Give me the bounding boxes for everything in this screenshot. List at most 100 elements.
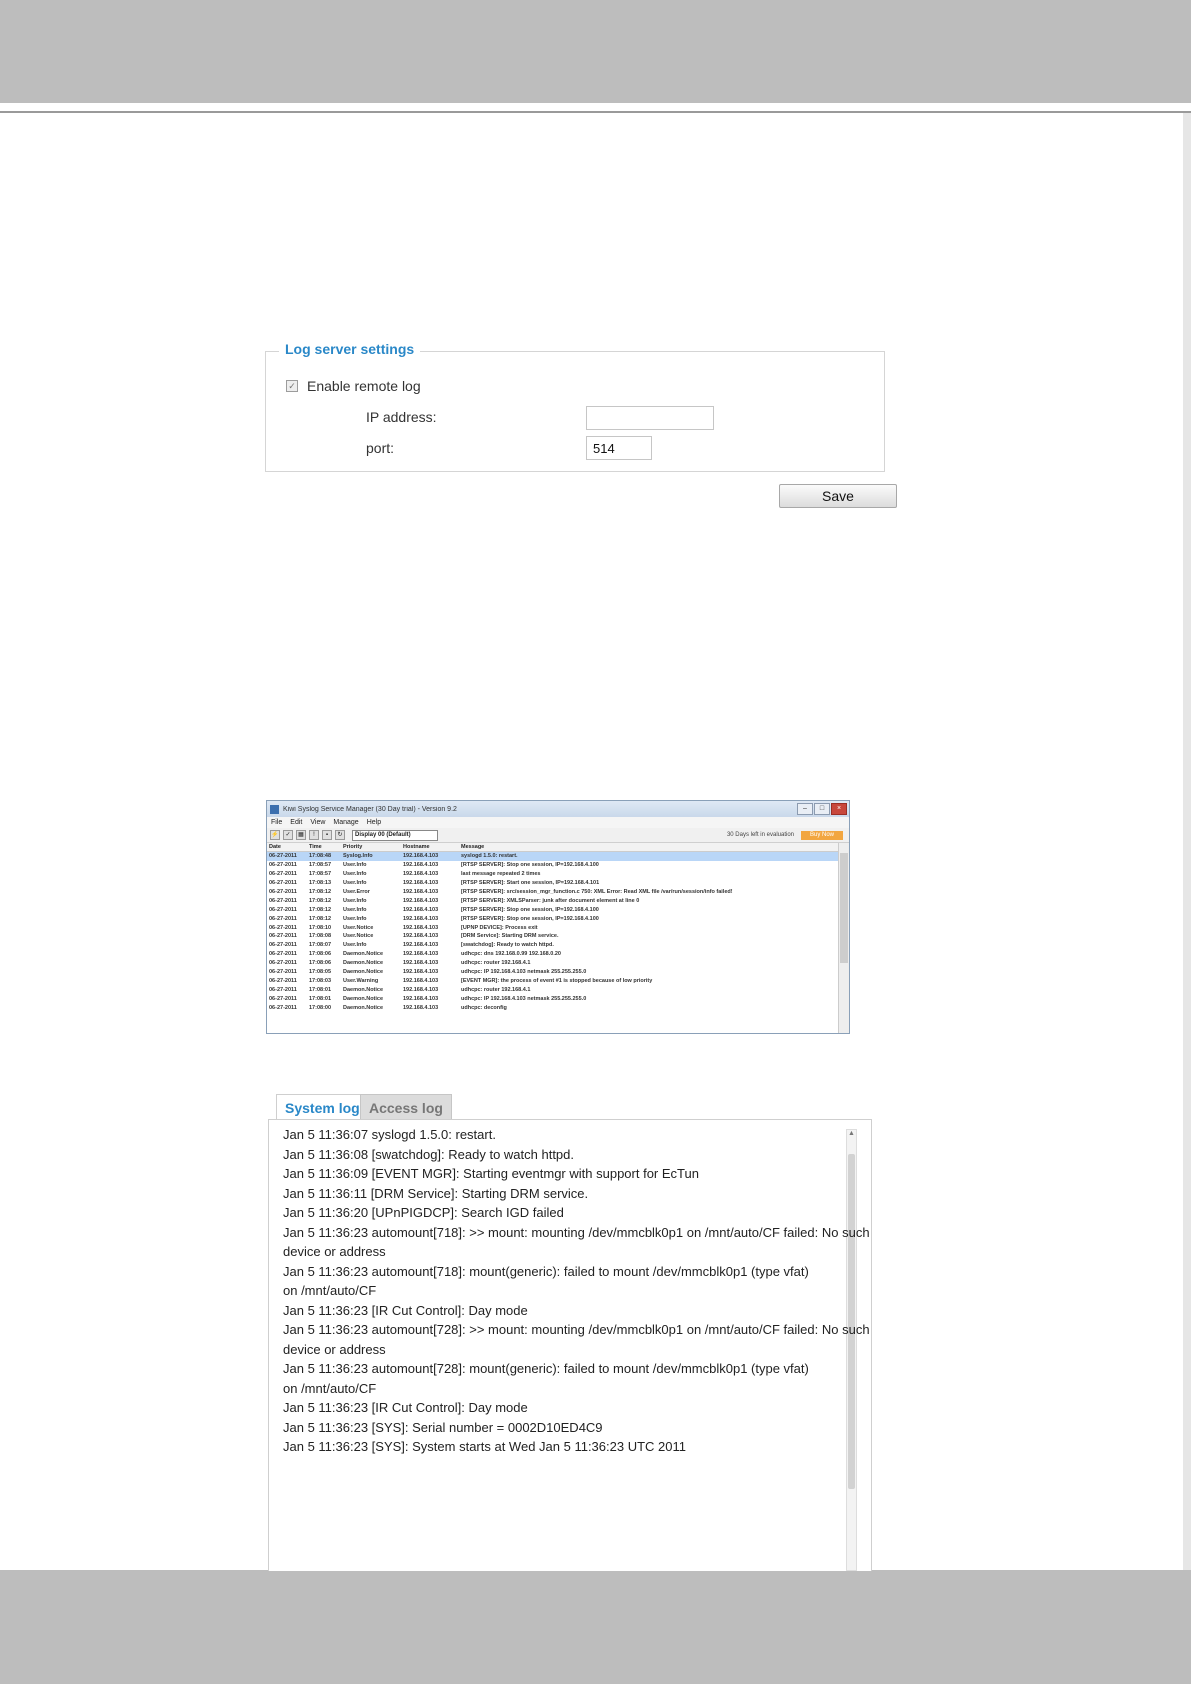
syslog-window-title: Kiwi Syslog Service Manager (30 Day tria… [283, 805, 457, 813]
evaluation-notice: 30 Days left in evaluation [726, 832, 794, 838]
table-row[interactable]: 06-27-2011 17:08:01 Daemon.Notice 192.168.4… [267, 994, 839, 1003]
header-band [0, 0, 1191, 103]
table-row[interactable]: 06-27-2011 17:08:00 Daemon.Notice 192.168.4… [267, 1003, 839, 1012]
enable-remote-log-row[interactable]: ✓ Enable remote log [286, 378, 421, 394]
table-cell: 17:08:00 [309, 1004, 332, 1011]
table-cell: udhcpc: IP 192.168.4.103 netmask 255.255… [461, 969, 587, 976]
table-cell: 06-27-2011 [269, 897, 297, 904]
table-cell: 192.168.4.103 [403, 969, 439, 976]
maximize-icon[interactable]: □ [814, 803, 830, 815]
close-icon[interactable]: × [831, 803, 847, 815]
save-button[interactable]: Save [779, 484, 897, 508]
table-cell: User.Info [343, 897, 367, 904]
grid-icon[interactable]: ▦ [296, 830, 306, 840]
lightning-icon[interactable]: ⚡ [270, 830, 280, 840]
table-cell: User.Notice [343, 933, 374, 940]
table-cell: 06-27-2011 [269, 906, 297, 913]
table-cell: Syslog.Info [341, 851, 401, 861]
table-row[interactable]: 06-27-2011 17:08:12 User.Info 192.168.4.103… [267, 914, 839, 923]
footer-band [0, 1570, 1191, 1684]
log-line: Jan 5 11:36:20 [UPnPIGDCP]: Search IGD f… [283, 1205, 564, 1220]
tab-access-log[interactable]: Access log [360, 1094, 452, 1120]
enable-remote-log-checkbox[interactable]: ✓ [286, 380, 298, 392]
display-select[interactable]: Display 00 (Default) [352, 829, 438, 841]
table-cell: 192.168.4.103 [403, 880, 439, 887]
table-cell: 17:08:12 [309, 906, 332, 913]
log-line: Jan 5 11:36:11 [DRM Service]: Starting D… [283, 1185, 589, 1201]
table-cell: User.Info [343, 906, 367, 913]
table-row[interactable]: 06-27-2011 17:08:57 User.Info 192.168.4.103… [267, 861, 839, 870]
syslog-scrollbar[interactable] [838, 843, 849, 1033]
scroll-up-icon[interactable]: ▲ [847, 1130, 856, 1140]
table-row[interactable]: 06-27-2011 17:08:03 User.Warning 192.168.4.… [267, 976, 839, 985]
menu-item-file[interactable]: File [271, 819, 282, 826]
log-line: Jan 5 11:36:23 [IR Cut Control]: Day mod… [283, 1302, 528, 1318]
table-row[interactable]: 06-27-2011 17:08:05 Daemon.Notice 192.168.4… [267, 968, 839, 977]
menu-item-manage[interactable]: Manage [333, 819, 358, 826]
table-cell: 06-27-2011 [269, 915, 297, 922]
table-cell: 17:08:57 [309, 871, 332, 878]
table-cell: 192.168.4.103 [401, 851, 459, 861]
table-cell: 17:08:06 [309, 951, 332, 958]
table-cell: 06-27-2011 [269, 924, 297, 931]
enable-remote-log-label: Enable remote log [307, 378, 421, 394]
table-cell: [swatchdog]: Ready to watch httpd. [461, 942, 554, 949]
table-cell: last message repeated 2 times [461, 871, 541, 878]
table-cell: 06-27-2011 [267, 851, 307, 861]
table-cell: User.Error [343, 889, 370, 895]
table-cell: [RTSP SERVER]: Stop one session, IP=192.… [461, 862, 599, 869]
syslog-messages-table: Date Time Priority Hostname Message 06-27-20… [267, 843, 839, 1012]
page-edge-strip [1183, 113, 1191, 1570]
table-row[interactable]: 06-27-2011 17:08:12 User.Info 192.168.4.103… [267, 905, 839, 914]
port-input[interactable] [586, 436, 652, 460]
column-header-date[interactable]: Date [267, 843, 307, 852]
save-icon[interactable]: ▪ [322, 830, 332, 840]
table-cell: 17:08:10 [309, 924, 332, 931]
table-cell: [RTSP SERVER]: XMLSParser: junk after do… [461, 897, 640, 904]
table-cell: 06-27-2011 [269, 862, 297, 869]
menu-item-view[interactable]: View [310, 819, 325, 826]
log-scrollbar[interactable]: ▲ [846, 1129, 857, 1571]
alert-icon[interactable]: ! [309, 830, 319, 840]
table-cell: Daemon.Notice [343, 969, 384, 976]
table-row[interactable]: 06-27-2011 17:08:13 User.Info 192.168.4.103… [267, 879, 839, 888]
ip-address-input[interactable] [586, 406, 714, 430]
table-cell: 17:08:12 [309, 915, 332, 922]
log-server-legend: Log server settings [279, 341, 421, 357]
table-cell: [RTSP SERVER]: Stop one session, IP=192.… [461, 915, 599, 922]
table-cell: 192.168.4.103 [403, 897, 439, 904]
table-row[interactable]: 06-27-2011 17:08:01 Daemon.Notice 192.168.4… [267, 985, 839, 994]
table-row[interactable]: 06-27-2011 17:08:06 Daemon.Notice 192.168.4… [267, 950, 839, 959]
table-row[interactable]: 06-27-2011 17:08:48 Syslog.Info 192.168.4.1… [267, 851, 839, 861]
table-row[interactable]: 06-27-2011 17:08:12 User.Info 192.168.4.103… [267, 896, 839, 905]
refresh-icon[interactable]: ↻ [335, 830, 345, 840]
table-cell: 192.168.4.103 [403, 924, 439, 931]
syslog-menu-bar: File Edit View Manage Help [267, 817, 849, 828]
table-row[interactable]: 06-27-2011 17:08:12 User.Error 192.168.4.10… [267, 888, 839, 897]
menu-item-edit[interactable]: Edit [290, 819, 302, 826]
syslog-scroll-thumb[interactable] [840, 853, 848, 963]
tab-system-log[interactable]: System log [276, 1094, 369, 1120]
table-cell: 06-27-2011 [269, 995, 297, 1002]
table-row[interactable]: 06-27-2011 17:08:06 Daemon.Notice 192.168.4… [267, 959, 839, 968]
table-cell: 17:08:48 [307, 851, 341, 861]
table-row[interactable]: 06-27-2011 17:08:57 User.Info 192.168.4.103… [267, 870, 839, 879]
table-row[interactable]: 06-27-2011 17:08:10 User.Notice 192.168.4.1… [267, 923, 839, 932]
log-line: Jan 5 11:36:23 automount[728]: >> mount:… [283, 1322, 870, 1337]
column-header-message[interactable]: Message [459, 843, 839, 852]
column-header-hostname[interactable]: Hostname [401, 843, 459, 852]
table-cell: Daemon.Notice [343, 960, 384, 967]
check-icon[interactable]: ✓ [283, 830, 293, 840]
buy-now-button[interactable]: Buy Now [801, 830, 843, 840]
table-row[interactable]: 06-27-2011 17:08:07 User.Info 192.168.4.103… [267, 941, 839, 950]
table-cell: 192.168.4.103 [403, 942, 439, 949]
minimize-icon[interactable]: – [797, 803, 813, 815]
table-cell: 17:08:12 [309, 897, 332, 904]
table-row[interactable]: 06-27-2011 17:08:08 User.Notice 192.168.4.1… [267, 932, 839, 941]
table-cell: 06-27-2011 [269, 889, 297, 895]
column-header-priority[interactable]: Priority [341, 843, 401, 852]
table-cell: 17:08:06 [309, 960, 332, 967]
column-header-time[interactable]: Time [307, 843, 341, 852]
menu-item-help[interactable]: Help [367, 819, 381, 826]
table-cell: 192.168.4.103 [403, 960, 439, 967]
